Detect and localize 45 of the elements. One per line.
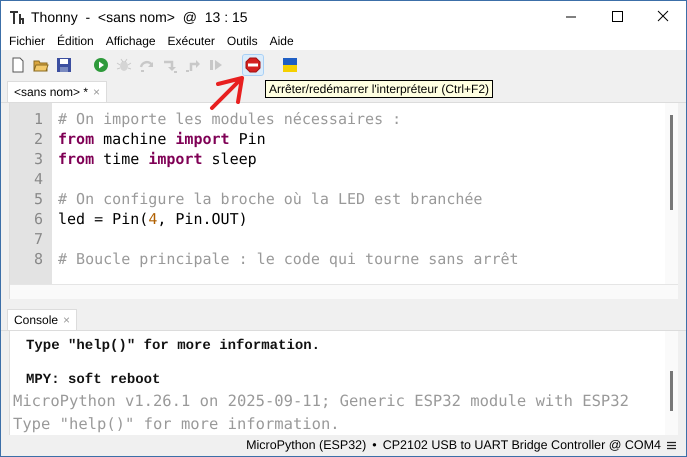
line-number: 8 (32, 248, 44, 269)
menu-icon[interactable] (667, 440, 676, 450)
tab-label: <sans nom> * (14, 84, 88, 99)
horizontal-scrollbar[interactable] (10, 284, 678, 299)
code-line: # On importe les modules nécessaires : (58, 108, 402, 129)
port-label[interactable]: CP2102 USB to UART Bridge Controller @ COM4 (382, 438, 661, 452)
window-title: Thonny - <sans nom> @ 13 : 15 (31, 8, 249, 24)
line-number: 3 (32, 148, 44, 169)
line-number: 2 (32, 128, 44, 149)
line-number: 6 (32, 208, 44, 229)
menu-item[interactable]: Aide (262, 34, 299, 48)
interpreter-label[interactable]: MicroPython (ESP32) (246, 438, 366, 452)
menu-item[interactable]: Affichage (98, 34, 161, 48)
code-line: # On configure la broche où la LED est branchée (58, 188, 482, 209)
console-line: MicroPython v1.26.1 on 2025-09-11; Generic ESP32 module with ESP32 (13, 392, 629, 410)
menu-item[interactable]: Édition (50, 34, 99, 48)
annotation-arrow (210, 76, 244, 110)
separator-dot: • (372, 438, 377, 452)
document-tab[interactable]: <sans nom> * × (7, 80, 108, 102)
code-line: from machine import Pin (58, 128, 266, 149)
code-line: from time import sleep (58, 148, 257, 169)
stop-sign-button[interactable] (242, 54, 264, 76)
menu-item[interactable]: Fichier (2, 34, 50, 48)
console-line: Type "help()" for more information. (26, 338, 320, 354)
bug-icon (116, 56, 132, 73)
stop-sign-icon (245, 56, 261, 73)
menu-item[interactable]: Exécuter (160, 34, 220, 48)
flag-icon (282, 56, 298, 73)
document-tab[interactable]: Console × (7, 308, 78, 330)
new-file-icon (10, 56, 26, 73)
line-number: 4 (32, 168, 44, 189)
line-number: 5 (32, 188, 44, 209)
tab-label: Console (14, 312, 58, 327)
app-logo-icon (9, 8, 25, 24)
line-number: 7 (32, 228, 44, 249)
menu-item[interactable]: Outils (220, 34, 263, 48)
play-icon (93, 56, 109, 73)
console-line: MPY: soft reboot (26, 372, 160, 388)
code-line: # Boucle principale : le code qui tourne sans arrêt (58, 248, 519, 269)
scrollbar-thumb[interactable] (670, 114, 673, 210)
code-line: led = Pin(4, Pin.OUT) (58, 208, 248, 229)
scrollbar-thumb[interactable] (670, 370, 673, 411)
tooltip: Arrêter/redémarrer l'interpréteur (Ctrl+F2) (265, 80, 494, 98)
line-number: 1 (32, 108, 44, 129)
console-line: Type "help()" for more information. (13, 414, 340, 433)
